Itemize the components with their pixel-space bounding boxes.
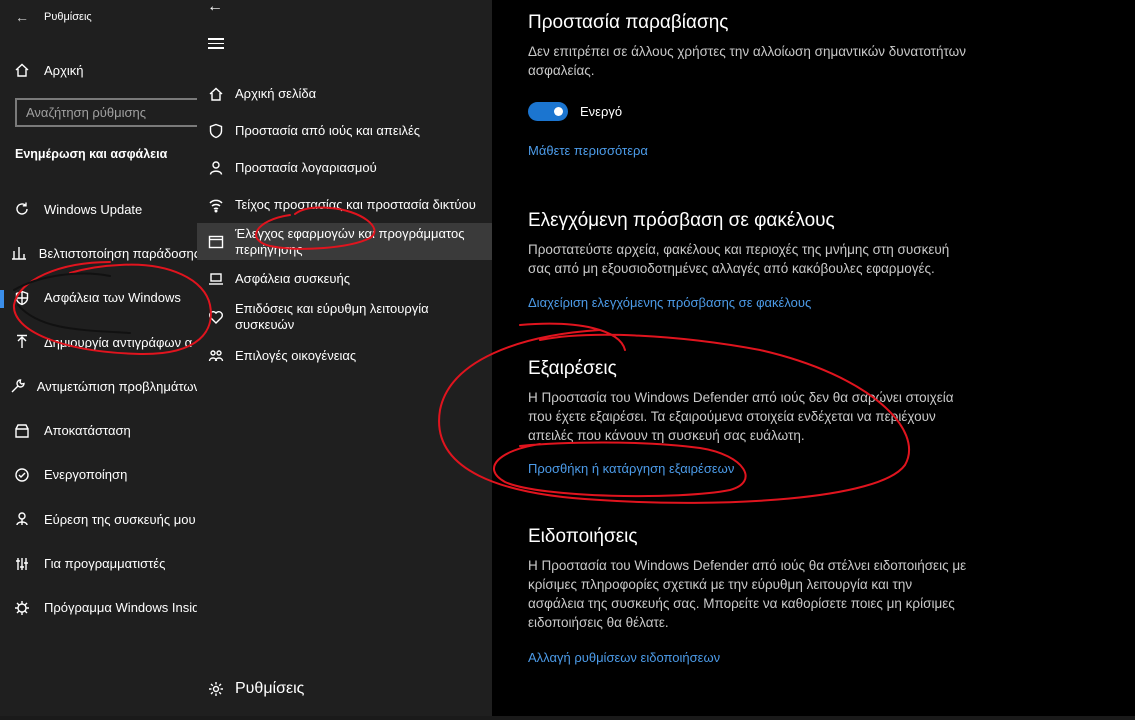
settings-titlebar: ← Ρυθμίσεις — [0, 0, 200, 34]
settings-section-title: Ενημέρωση και ασφάλεια — [15, 147, 168, 161]
security-nav-label: Αρχική σελίδα — [235, 85, 317, 101]
security-nav-home[interactable]: Αρχική σελίδα — [197, 75, 492, 112]
security-nav-account-protection[interactable]: Προστασία λογαριασμού — [197, 149, 492, 186]
wrench-icon — [0, 378, 37, 394]
tamper-toggle-row: Ενεργό — [528, 102, 968, 121]
shield-icon — [197, 123, 235, 139]
settings-item-label: Ενεργοποίηση — [44, 467, 128, 483]
settings-window: ← Ρυθμίσεις Αρχική Αναζήτηση ρύθμισης Εν… — [0, 0, 200, 720]
hamburger-menu-icon[interactable] — [208, 38, 224, 52]
settings-nav: Windows Update Βελτιστοποίηση παράδοσης … — [0, 187, 200, 630]
settings-item-label: Ασφάλεια των Windows — [44, 290, 181, 306]
settings-item-delivery-optimization[interactable]: Βελτιστοποίηση παράδοσης — [0, 231, 200, 275]
family-icon — [197, 348, 235, 364]
security-nav-device-security[interactable]: Ασφάλεια συσκευής — [197, 260, 492, 297]
tamper-protection-toggle[interactable] — [528, 102, 568, 121]
section-description: Προστατεύστε αρχεία, φακέλους και περιοχ… — [528, 242, 950, 276]
insider-icon — [0, 600, 44, 616]
settings-item-recovery[interactable]: Αποκατάσταση — [0, 408, 200, 452]
settings-item-label: Αντιμετώπιση προβλημάτων — [36, 378, 200, 394]
settings-item-activation[interactable]: Ενεργοποίηση — [0, 453, 200, 497]
settings-item-label: Αποκατάσταση — [44, 423, 131, 439]
find-device-icon — [0, 511, 44, 527]
manage-cfa-link[interactable]: Διαχείριση ελεγχόμενης πρόσβασης σε φακέ… — [528, 295, 811, 310]
settings-home-label: Αρχική — [44, 62, 84, 78]
change-notification-settings-link[interactable]: Αλλαγή ρυθμίσεων ειδοποιήσεων — [528, 650, 720, 665]
settings-item-troubleshoot[interactable]: Αντιμετώπιση προβλημάτων — [0, 364, 200, 408]
section-description: Η Προστασία του Windows Defender από ιού… — [528, 390, 954, 443]
refresh-icon — [0, 201, 44, 217]
security-nav-settings-label: Ρυθμίσεις — [235, 680, 305, 697]
main-content: Προστασία παραβίασης Δεν επιτρέπει σε άλ… — [492, 0, 1135, 716]
developer-icon — [0, 556, 44, 572]
settings-item-windows-security[interactable]: Ασφάλεια των Windows — [0, 276, 200, 320]
activation-icon — [0, 467, 44, 483]
security-nav-settings[interactable]: Ρυθμίσεις — [197, 680, 492, 698]
laptop-icon — [197, 271, 235, 287]
settings-item-windows-update[interactable]: Windows Update — [0, 187, 200, 231]
security-nav: Αρχική σελίδα Προστασία από ιούς και απε… — [197, 75, 492, 374]
settings-item-label: Βελτιστοποίηση παράδοσης — [38, 245, 200, 261]
security-nav-label: Επιδόσεις και εύρυθμη λειτουργία συσκευώ… — [235, 301, 429, 332]
heart-icon — [197, 309, 235, 325]
home-icon — [0, 62, 44, 78]
settings-title: Ρυθμίσεις — [44, 11, 92, 23]
section-title: Ειδοποιήσεις — [528, 526, 638, 547]
notifications-section: Ειδοποιήσεις Η Προστασία του Windows Def… — [528, 526, 968, 667]
settings-item-backup[interactable]: Δημιουργία αντιγράφων α — [0, 320, 200, 364]
tamper-protection-section: Προστασία παραβίασης Δεν επιτρέπει σε άλ… — [528, 12, 968, 160]
security-nav-device-performance[interactable]: Επιδόσεις και εύρυθμη λειτουργία συσκευώ… — [197, 297, 492, 337]
recovery-icon — [0, 423, 44, 439]
back-arrow-icon[interactable]: ← — [207, 0, 223, 16]
section-title: Εξαιρέσεις — [528, 358, 617, 379]
settings-search-input[interactable]: Αναζήτηση ρύθμισης — [15, 98, 200, 127]
security-nav-app-browser-control[interactable]: Έλεγχος εφαρμογών και προγράμματος περιή… — [197, 223, 492, 260]
settings-item-insider[interactable]: Πρόγραμμα Windows Insid — [0, 586, 200, 630]
section-description: Δεν επιτρέπει σε άλλους χρήστες την αλλο… — [528, 44, 966, 78]
exclusions-section: Εξαιρέσεις Η Προστασία του Windows Defen… — [528, 358, 968, 478]
security-nav-firewall[interactable]: Τείχος προστασίας και προστασία δικτύου — [197, 186, 492, 223]
shield-icon — [0, 290, 44, 306]
add-remove-exclusions-link[interactable]: Προσθήκη ή κατάργηση εξαιρέσεων — [528, 461, 734, 476]
controlled-folder-access-section: Ελεγχόμενη πρόσβαση σε φακέλους Προστατε… — [528, 210, 968, 312]
home-icon — [197, 86, 235, 102]
learn-more-link[interactable]: Μάθετε περισσότερα — [528, 143, 648, 158]
security-nav-label: Έλεγχος εφαρμογών και προγράμματος περιή… — [235, 225, 465, 257]
section-title: Ελεγχόμενη πρόσβαση σε φακέλους — [528, 210, 835, 231]
settings-item-label: Εύρεση της συσκευής μου — [44, 511, 196, 527]
backup-icon — [0, 334, 44, 350]
delivery-icon — [0, 245, 39, 261]
settings-item-label: Windows Update — [44, 201, 143, 217]
security-nav-label: Προστασία λογαριασμού — [235, 159, 377, 175]
security-nav-virus-protection[interactable]: Προστασία από ιούς και απειλές — [197, 112, 492, 149]
settings-item-label: Δημιουργία αντιγράφων α — [44, 334, 193, 350]
back-arrow-icon[interactable]: ← — [0, 9, 44, 25]
settings-item-find-device[interactable]: Εύρεση της συσκευής μου — [0, 497, 200, 541]
bottom-strip — [0, 716, 1135, 720]
settings-item-developers[interactable]: Για προγραμματιστές — [0, 541, 200, 585]
security-nav-label: Επιλογές οικογένειας — [235, 347, 357, 363]
wifi-icon — [197, 197, 235, 213]
gear-icon — [197, 681, 235, 697]
security-nav-family-options[interactable]: Επιλογές οικογένειας — [197, 337, 492, 374]
browser-icon — [197, 234, 235, 250]
settings-item-label: Πρόγραμμα Windows Insid — [44, 600, 200, 616]
toggle-state-label: Ενεργό — [580, 104, 623, 119]
security-nav-label: Τείχος προστασίας και προστασία δικτύου — [235, 196, 476, 212]
settings-item-label: Για προγραμματιστές — [44, 556, 166, 572]
person-icon — [197, 160, 235, 176]
security-nav-label: Προστασία από ιούς και απειλές — [235, 122, 421, 138]
search-placeholder: Αναζήτηση ρύθμισης — [26, 105, 147, 120]
security-nav-label: Ασφάλεια συσκευής — [235, 270, 351, 286]
settings-home[interactable]: Αρχική — [0, 58, 200, 82]
section-title: Προστασία παραβίασης — [528, 12, 729, 33]
security-nav-pane: ← Αρχική σελίδα Προστασία από ιούς και α… — [197, 0, 492, 720]
section-description: Η Προστασία του Windows Defender από ιού… — [528, 558, 967, 630]
